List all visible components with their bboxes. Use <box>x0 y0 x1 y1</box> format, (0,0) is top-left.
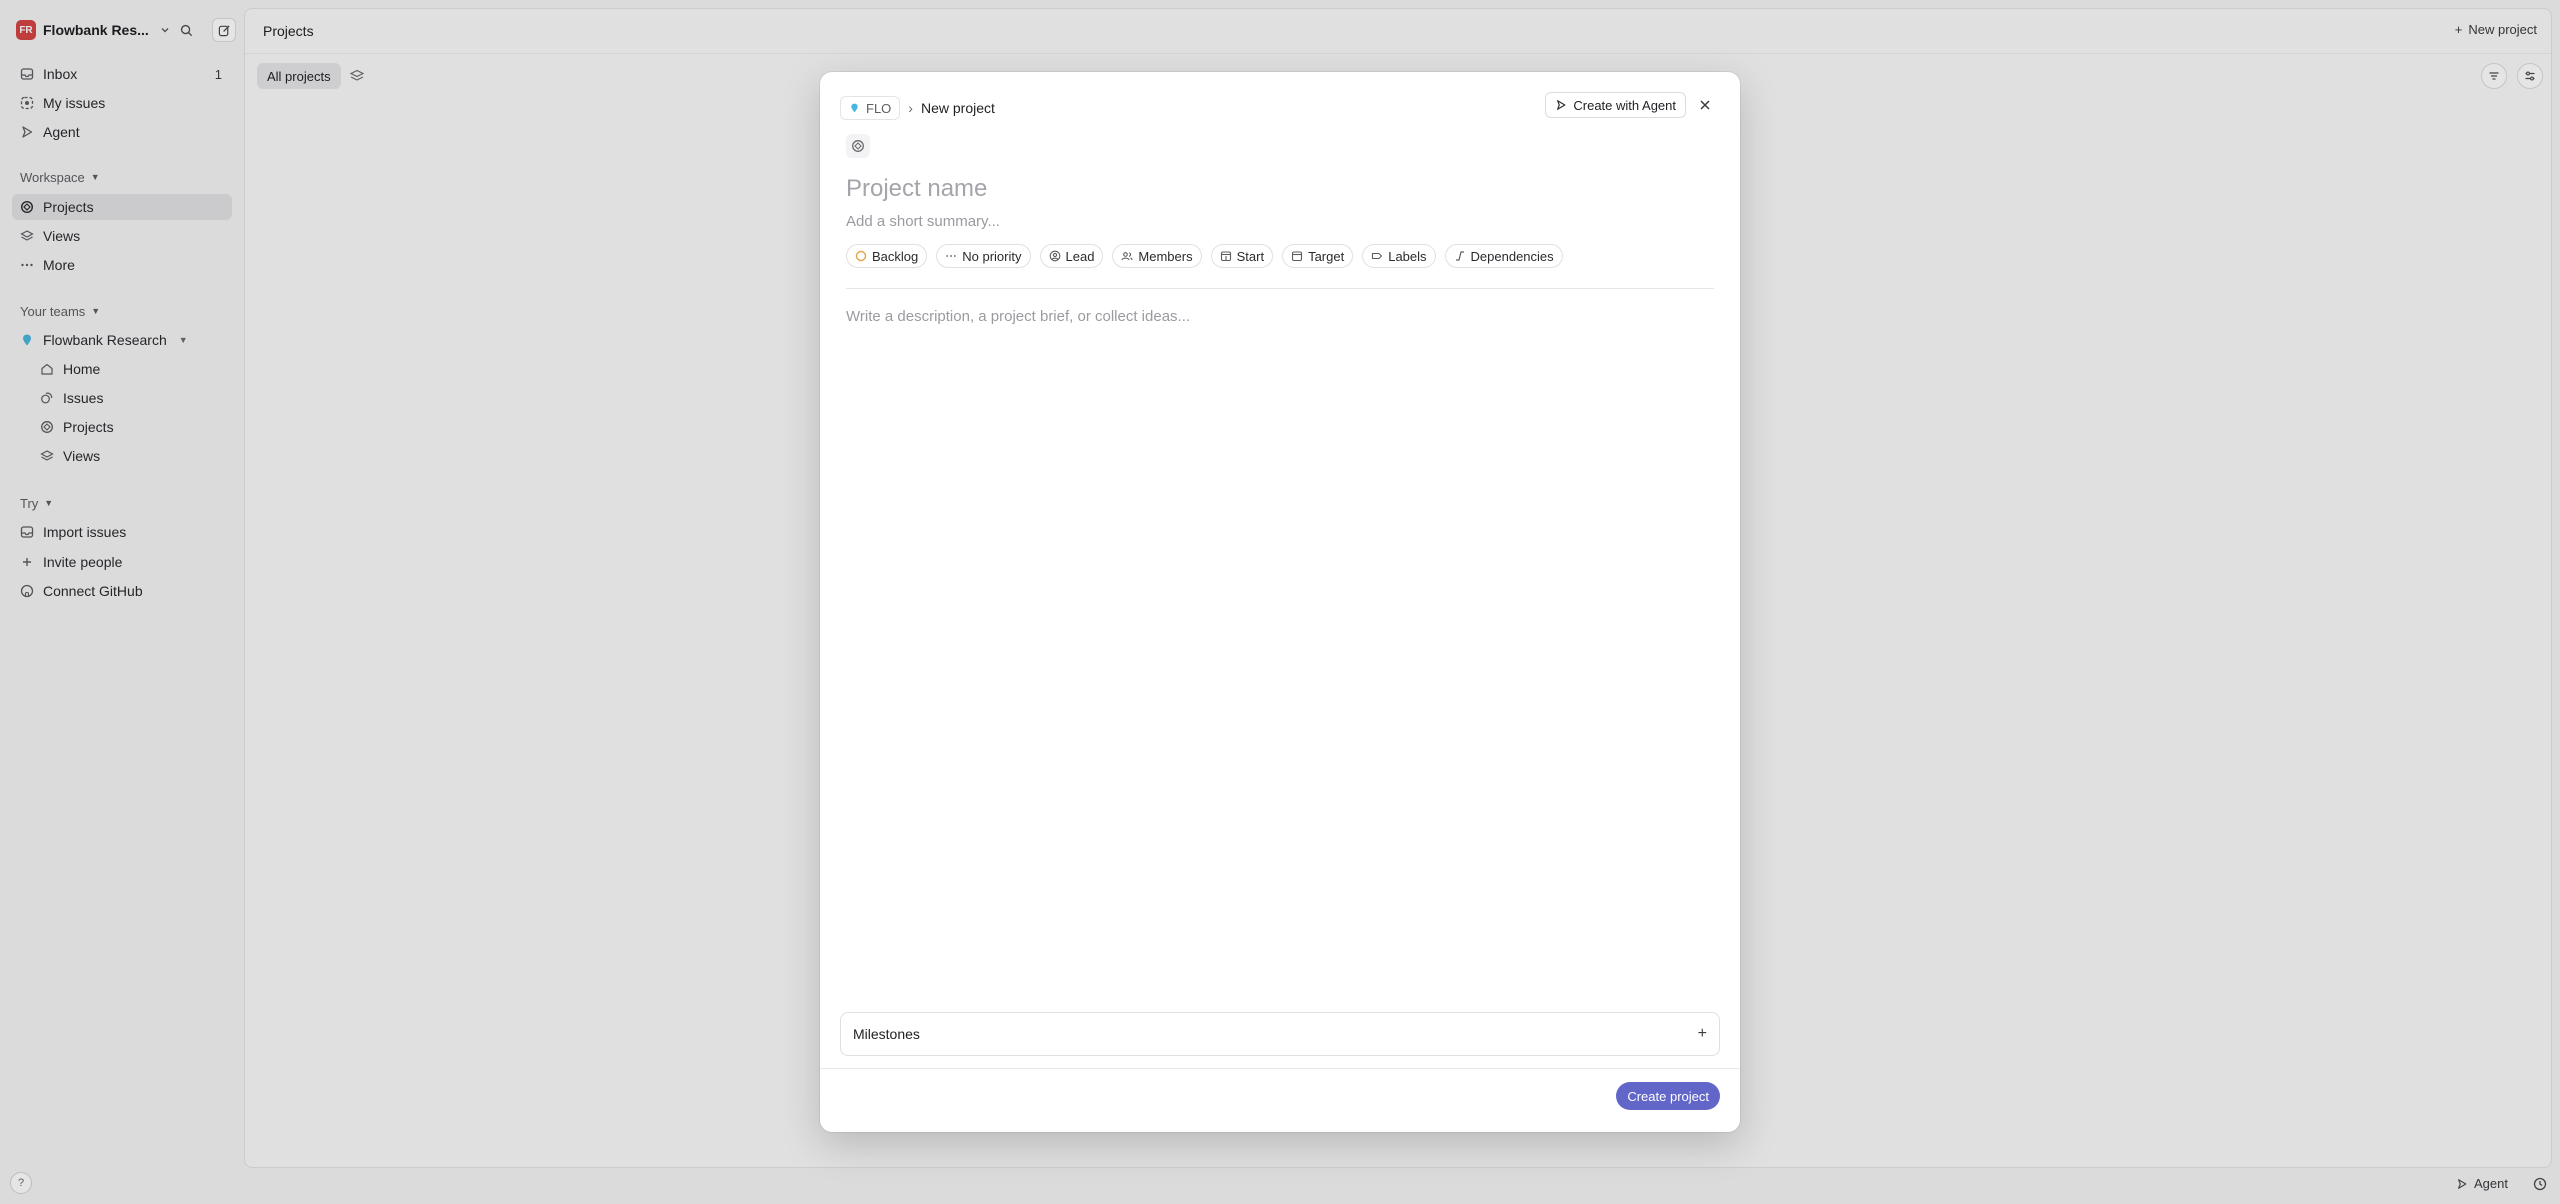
close-icon <box>1700 100 1710 110</box>
milestones-label: Milestones <box>853 1026 920 1042</box>
agent-icon <box>1557 100 1566 110</box>
no-priority-icon <box>946 255 956 257</box>
add-milestone-icon[interactable]: + <box>1698 1025 1707 1043</box>
new-project-dialog: FLO › New project Create with Agent Back… <box>820 72 1740 1132</box>
prop-label: Backlog <box>872 248 919 264</box>
calendar-start-icon <box>1220 251 1231 262</box>
project-summary-input[interactable] <box>846 210 1706 232</box>
team-selector[interactable]: FLO <box>840 96 901 120</box>
prop-label: Lead <box>1065 248 1095 264</box>
milestones-section[interactable]: Milestones + <box>840 1012 1720 1056</box>
lead-button[interactable]: Lead <box>1039 244 1104 268</box>
status-button[interactable]: Backlog <box>846 244 928 268</box>
property-bar: Backlog No priority Lead Members Start T… <box>846 244 1563 268</box>
prop-label: No priority <box>962 248 1022 264</box>
backlog-status-icon <box>855 250 867 262</box>
chevron-right-icon: › <box>908 100 913 116</box>
project-icon-picker[interactable] <box>846 134 870 158</box>
project-name-input[interactable] <box>846 172 1706 206</box>
create-with-agent-button[interactable]: Create with Agent <box>1545 92 1686 118</box>
members-button[interactable]: Members <box>1112 244 1202 268</box>
prop-label: Members <box>1138 248 1193 264</box>
prop-label: Labels <box>1388 248 1427 264</box>
breadcrumb: FLO › New project <box>840 96 995 120</box>
tag-icon <box>1372 252 1383 260</box>
divider <box>820 1068 1740 1069</box>
team-key: FLO <box>866 100 892 116</box>
user-icon <box>1049 250 1060 262</box>
prop-label: Target <box>1308 248 1345 264</box>
prop-label: Start <box>1236 248 1265 264</box>
dependencies-button[interactable]: Dependencies <box>1444 244 1563 268</box>
close-button[interactable] <box>1694 94 1716 116</box>
project-description-editor[interactable] <box>846 308 1706 708</box>
dependencies-icon <box>1455 251 1464 261</box>
priority-button[interactable]: No priority <box>936 244 1031 268</box>
prop-label: Dependencies <box>1470 248 1554 264</box>
labels-button[interactable]: Labels <box>1362 244 1436 268</box>
projects-icon <box>852 140 864 152</box>
agent-button-label: Create with Agent <box>1573 97 1676 113</box>
breadcrumb-current: New project <box>920 100 995 116</box>
calendar-icon <box>1292 251 1303 262</box>
team-pin-icon <box>851 103 858 113</box>
divider <box>846 288 1714 289</box>
start-date-button[interactable]: Start <box>1210 244 1274 268</box>
members-icon <box>1121 252 1133 261</box>
target-date-button[interactable]: Target <box>1282 244 1354 268</box>
create-project-button[interactable]: Create project <box>1616 1082 1720 1110</box>
